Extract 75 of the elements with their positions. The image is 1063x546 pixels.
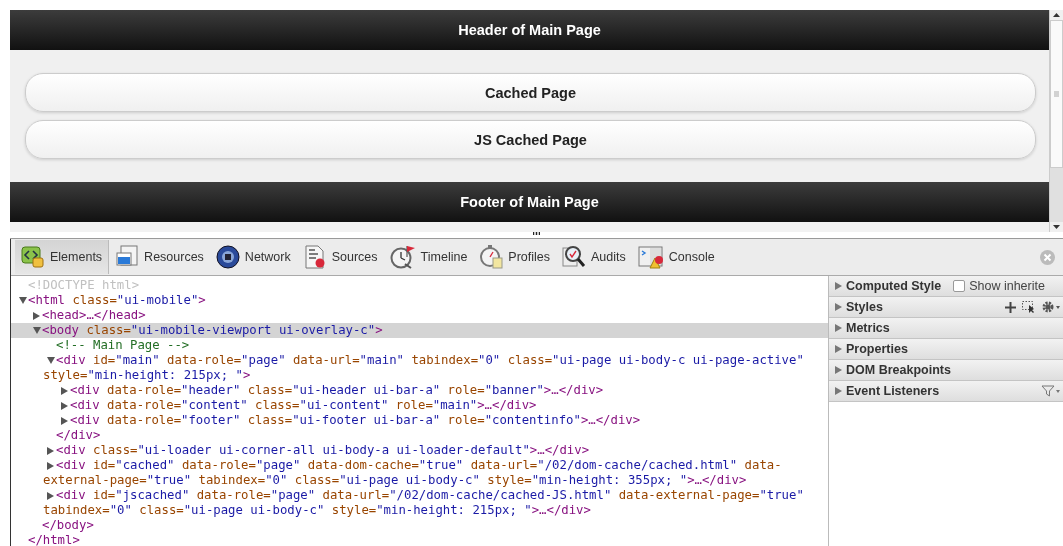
dom-node-row[interactable]: <div data-role="content" class="ui-content" role="main">…</div> (11, 398, 828, 413)
documents-icon (115, 245, 140, 269)
expand-arrow-icon[interactable] (835, 324, 842, 332)
page-button[interactable]: Cached Page (25, 73, 1036, 112)
stopwatch-icon (479, 245, 504, 269)
code-line: tabindex="0" class="ui-page ui-body-c" style="min-height: 215px; ">…</div> (43, 503, 591, 518)
code-line: <div data-role="footer" class="ui-footer ui-bar-a" role="contentinfo">…</div> (70, 413, 641, 428)
expand-arrow-icon[interactable] (47, 461, 54, 470)
dom-node-row[interactable]: <html class="ui-mobile"> (11, 293, 828, 308)
page-footer: Footer of Main Page (10, 182, 1049, 222)
panel-tab[interactable]: Console (631, 240, 721, 274)
sidebar-section[interactable]: Metrics (829, 318, 1063, 339)
expand-arrow-icon[interactable] (61, 386, 68, 395)
code-line: style="min-height: 215px; "> (43, 368, 251, 383)
expand-arrow-icon[interactable] (835, 282, 842, 290)
expand-arrow-icon[interactable] (18, 297, 27, 304)
panel-tab[interactable]: Profiles (473, 240, 557, 274)
dom-node-row[interactable]: <div class="ui-loader ui-corner-all ui-body-a ui-loader-default">…</div> (11, 443, 828, 458)
code-line: <div data-role="content" class="ui-content" role="main">…</div> (70, 398, 537, 413)
expand-arrow-icon[interactable] (32, 327, 41, 334)
sidebar-section[interactable]: Computed Style Show inherite (829, 276, 1063, 297)
expand-arrow-icon[interactable] (61, 401, 68, 410)
stopwatch-icon (389, 245, 416, 269)
code-line: <html class="ui-mobile"> (28, 293, 206, 308)
code-icon (21, 245, 45, 269)
expand-arrow-icon[interactable] (47, 491, 54, 500)
panel-tab[interactable]: Sources (296, 240, 384, 274)
plus-icon[interactable] (1005, 301, 1016, 313)
filter-icon[interactable] (1041, 385, 1061, 397)
dom-node-row[interactable]: <div data-role="footer" class="ui-footer ui-bar-a" role="contentinfo">…</div> (11, 413, 828, 428)
panel-tab[interactable]: Timeline (383, 240, 474, 274)
magnifier-icon (562, 245, 587, 269)
checkbox-label: Show inherite (969, 279, 1045, 293)
sidebar-section[interactable]: Event Listeners (829, 381, 1063, 402)
code-line: </html> (28, 533, 80, 546)
dom-node-row[interactable]: <body class="ui-mobile-viewport ui-overlay-c"> (11, 323, 828, 338)
panel-tab[interactable]: Resources (109, 240, 210, 274)
dom-node-row[interactable]: <div data-role="header" class="ui-header ui-bar-a" role="banner">…</div> (11, 383, 828, 398)
code-line: <!-- Main Page --> (56, 338, 190, 353)
expand-arrow-icon[interactable] (46, 357, 55, 364)
scroll-up-icon[interactable] (1053, 13, 1060, 17)
element-select-icon[interactable] (1022, 301, 1036, 313)
panel-tab[interactable]: Network (209, 240, 297, 274)
dom-node-row[interactable]: <head>…</head> (11, 308, 828, 323)
scrollbar[interactable] (1049, 10, 1063, 232)
code-line: </div> (56, 428, 101, 443)
code-line: <div class="ui-loader ui-corner-all ui-body-a ui-loader-default">…</div> (56, 443, 590, 458)
code-line: <div data-role="header" class="ui-header ui-bar-a" role="banner">…</div> (70, 383, 604, 398)
expand-arrow-icon[interactable] (835, 387, 842, 395)
code-line: </body> (42, 518, 94, 533)
dom-node-row[interactable]: style="min-height: 215px; "> (11, 368, 828, 383)
panel-tab[interactable]: Elements (15, 240, 110, 274)
expand-arrow-icon[interactable] (33, 311, 40, 320)
expand-arrow-icon[interactable] (835, 366, 842, 374)
document-icon (302, 245, 327, 269)
dom-node-row[interactable]: tabindex="0" class="ui-page ui-body-c" style="min-height: 215px; ">…</div> (11, 503, 828, 518)
code-line: <body class="ui-mobile-viewport ui-overlay-c"> (42, 323, 383, 338)
code-line: <!DOCTYPE html> (28, 278, 140, 293)
panel-tab[interactable]: Audits (556, 240, 632, 274)
expand-arrow-icon[interactable] (61, 416, 68, 425)
expand-arrow-icon[interactable] (47, 446, 54, 455)
sidebar-section[interactable]: Styles (829, 297, 1063, 318)
gear-icon[interactable] (1042, 301, 1061, 313)
resize-handle-icon[interactable] (533, 232, 540, 236)
sidebar-section[interactable]: DOM Breakpoints (829, 360, 1063, 381)
sidebar-section[interactable]: Properties (829, 339, 1063, 360)
page-header: Header of Main Page (10, 10, 1049, 50)
console-icon (637, 245, 664, 269)
page-button[interactable]: JS Cached Page (25, 120, 1036, 159)
dom-node-row[interactable]: <!-- Main Page --> (11, 338, 828, 353)
code-line: <head>…</head> (42, 308, 146, 323)
scroll-down-icon[interactable] (1053, 225, 1060, 229)
expand-arrow-icon[interactable] (835, 303, 842, 311)
checkbox[interactable] (953, 280, 966, 292)
expand-arrow-icon[interactable] (835, 345, 842, 353)
